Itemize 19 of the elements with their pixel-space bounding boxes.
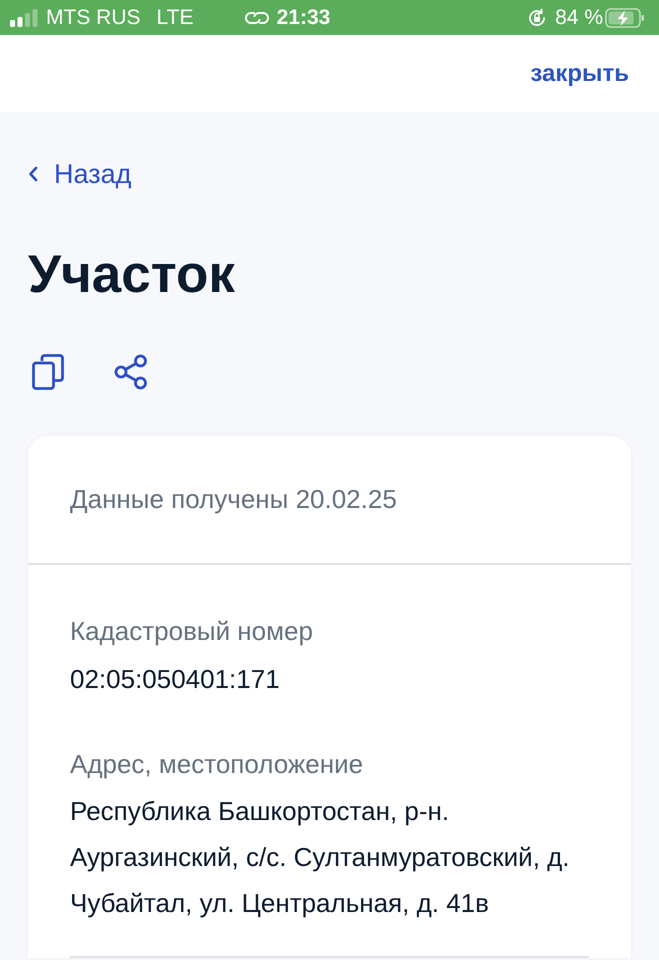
field-value: 02:05:050401:171 — [70, 663, 281, 696]
field-label: Адрес, местоположение — [70, 749, 364, 779]
battery-charging-icon — [605, 8, 645, 28]
rotation-lock-icon — [527, 8, 548, 28]
chevron-left-icon — [28, 166, 38, 182]
share-icon[interactable] — [114, 354, 148, 390]
signal-icon — [10, 8, 38, 26]
page-title: Участок — [28, 245, 236, 305]
carrier-name: MTS RUS — [46, 4, 140, 31]
back-link[interactable]: Назад — [28, 159, 132, 189]
field-label: Кадастровый номер — [70, 616, 314, 646]
network-type: LTE — [156, 4, 194, 31]
close-button[interactable]: закрыть — [530, 58, 629, 90]
field-value: Республика Башкортостан, р-н. Аургазинский, с/с. Султанмуратовский, д. Чубайтал, ул. Центральная, д. 41в — [70, 795, 571, 920]
battery-percent: 84 % — [555, 4, 603, 31]
chain-link-icon — [244, 10, 269, 24]
copy-icon[interactable] — [32, 354, 64, 390]
data-received-date: Данные получены 20.02.25 — [70, 484, 397, 514]
clock-time: 21:33 — [276, 4, 330, 31]
